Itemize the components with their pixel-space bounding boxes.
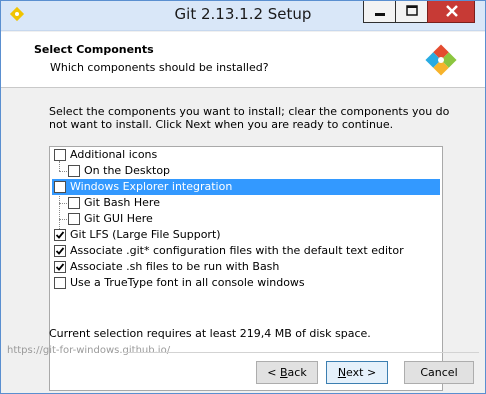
component-item-truetype-font[interactable]: Use a TrueType font in all console windo…: [52, 275, 440, 291]
git-logo-icon: [425, 44, 457, 76]
checkbox[interactable]: [68, 213, 80, 225]
close-button[interactable]: [427, 1, 475, 23]
close-icon: [446, 5, 458, 17]
component-label: On the Desktop: [84, 164, 171, 177]
next-button[interactable]: Next >: [326, 361, 388, 384]
component-item-windows-explorer-integration[interactable]: Windows Explorer integration: [52, 179, 440, 195]
component-label: Associate .sh files to be run with Bash: [70, 260, 280, 273]
checkbox[interactable]: [54, 149, 66, 161]
title-bar[interactable]: Git 2.13.1.2 Setup: [1, 1, 485, 31]
checkbox[interactable]: [54, 261, 66, 273]
component-item-git-gui-here[interactable]: Git GUI Here: [52, 211, 440, 227]
checkbox[interactable]: [54, 229, 66, 241]
component-label: Git Bash Here: [84, 196, 160, 209]
checkbox[interactable]: [54, 181, 66, 193]
component-item-git-lfs[interactable]: Git LFS (Large File Support): [52, 227, 440, 243]
component-item-on-the-desktop[interactable]: On the Desktop: [52, 163, 440, 179]
checkmark-icon: [55, 247, 65, 255]
component-item-git-bash-here[interactable]: Git Bash Here: [52, 195, 440, 211]
back-button[interactable]: < Back: [256, 361, 318, 384]
footer-divider: [123, 352, 479, 353]
checkmark-icon: [55, 231, 65, 239]
setup-window: Git 2.13.1.2 Setup Select Components Whi…: [0, 0, 486, 394]
maximize-icon: [406, 5, 418, 16]
component-item-associate-sh-files[interactable]: Associate .sh files to be run with Bash: [52, 259, 440, 275]
window-controls: [363, 1, 475, 23]
component-label: Git GUI Here: [84, 212, 153, 225]
wizard-header: Select Components Which components shoul…: [1, 32, 485, 88]
footer-url: https://git-for-windows.github.io/: [7, 345, 171, 356]
checkbox[interactable]: [54, 245, 66, 257]
page-title: Select Components: [34, 43, 154, 56]
checkbox[interactable]: [68, 165, 80, 177]
component-label: Use a TrueType font in all console windo…: [70, 276, 305, 289]
disk-space-status: Current selection requires at least 219,…: [49, 327, 371, 340]
checkbox[interactable]: [68, 197, 80, 209]
checkmark-icon: [55, 263, 65, 271]
component-label: Additional icons: [70, 148, 158, 161]
checkbox[interactable]: [54, 277, 66, 289]
component-item-additional-icons[interactable]: Additional icons: [52, 147, 440, 163]
component-label: Windows Explorer integration: [70, 180, 233, 193]
instructions-text: Select the components you want to instal…: [49, 105, 450, 131]
maximize-button[interactable]: [395, 1, 427, 23]
minimize-button[interactable]: [363, 1, 395, 23]
page-subtitle: Which components should be installed?: [50, 61, 269, 74]
cancel-button[interactable]: Cancel: [404, 361, 474, 384]
component-label: Git LFS (Large File Support): [70, 228, 221, 241]
component-item-associate-git-config[interactable]: Associate .git* configuration files with…: [52, 243, 440, 259]
component-label: Associate .git* configuration files with…: [70, 244, 404, 257]
minimize-icon: [375, 13, 385, 16]
